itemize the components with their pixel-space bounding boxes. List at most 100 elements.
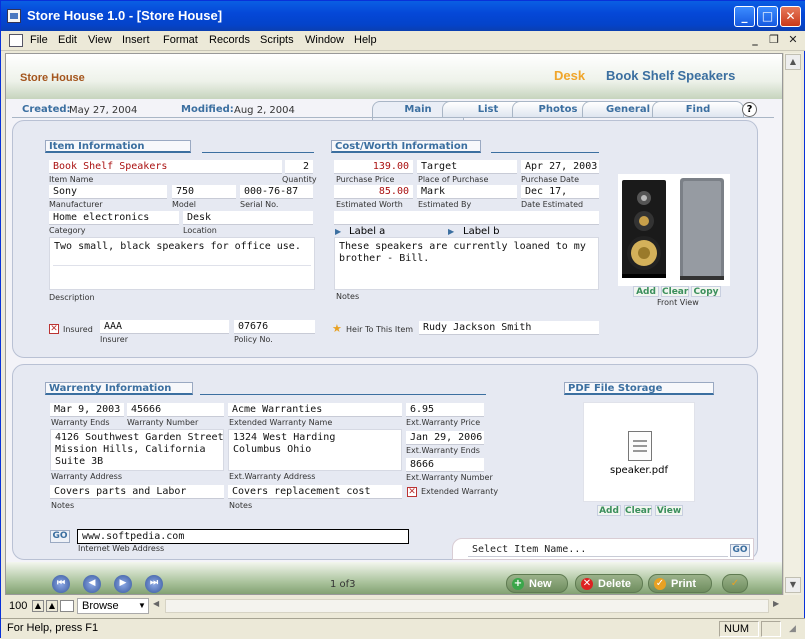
insured-checkbox[interactable]: ✕ [49, 324, 59, 334]
scroll-up-icon[interactable]: ▲ [785, 54, 801, 70]
item-photo[interactable] [618, 174, 730, 286]
warranty-ends-field[interactable]: Mar 9, 2003 [50, 403, 124, 417]
document-icon[interactable] [9, 34, 23, 47]
policy-field[interactable]: 07676 [234, 320, 315, 334]
warranty-address-field[interactable]: 4126 Southwest Garden Street Mission Hil… [50, 429, 224, 471]
select-item-field[interactable]: Select Item Name... [468, 543, 728, 557]
ext-warranty-number-label: Ext.Warranty Number [406, 473, 493, 482]
pdf-clear-button[interactable]: Clear [624, 505, 652, 516]
ext-warranty-notes-field[interactable]: Covers replacement cost [228, 485, 402, 499]
ext-warranty-ends-field[interactable]: Jan 29, 2006 [406, 431, 484, 445]
vertical-scrollbar[interactable]: ▲ ▼ [783, 53, 801, 595]
menu-format[interactable]: Format [163, 34, 198, 46]
menu-file[interactable]: File [30, 34, 48, 46]
menu-edit[interactable]: Edit [58, 34, 77, 46]
menu-help[interactable]: Help [354, 34, 377, 46]
scroll-left-icon[interactable]: ◀ [153, 599, 159, 608]
quantity-field[interactable]: 2 [285, 160, 313, 174]
estimated-by-field[interactable]: Mark [417, 185, 517, 199]
estimated-worth-field[interactable]: 85.00 [334, 185, 413, 199]
place-of-purchase-field[interactable]: Target [417, 160, 517, 174]
notes-field[interactable]: These speakers are currently loaned to m… [334, 237, 599, 290]
ext-warranty-address-field[interactable]: 1324 West Harding Columbus Ohio [228, 429, 402, 471]
purchase-date-field[interactable]: Apr 27, 2003 [521, 160, 599, 174]
prev-record-icon[interactable]: ◀ [83, 575, 101, 593]
resize-grip-icon[interactable]: ◢ [789, 624, 796, 634]
status-panel-2 [761, 621, 781, 637]
ext-warranty-name-field[interactable]: Acme Warranties [228, 403, 402, 417]
status-bar: For Help, press F1 NUM ◢ [1, 618, 805, 639]
app-icon[interactable] [7, 9, 21, 23]
minimize-button[interactable]: _ [734, 6, 755, 27]
estimated-worth-label: Estimated Worth [336, 200, 403, 209]
mdi-restore-button[interactable]: ❐ [766, 33, 782, 48]
delete-record-button[interactable]: ✕ Delete [575, 574, 643, 593]
select-item-go-button[interactable]: GO [730, 544, 750, 557]
zoom-in-icon[interactable]: ▲ [46, 600, 58, 612]
web-go-button[interactable]: GO [50, 530, 70, 543]
manufacturer-field[interactable]: Sony [49, 185, 167, 199]
last-record-icon[interactable]: ⏭ [145, 575, 163, 593]
scroll-right-icon[interactable]: ▶ [773, 599, 779, 608]
extended-warranty-checkbox[interactable]: ✕ [407, 487, 417, 497]
warranty-number-field[interactable]: 45666 [127, 403, 224, 417]
ext-warranty-price-field[interactable]: 6.95 [406, 403, 484, 417]
ext-warranty-notes-label: Notes [229, 501, 253, 510]
title-bar[interactable]: Store House 1.0 - [Store House] _ □ ✕ [1, 1, 805, 31]
mode-select[interactable]: Browse ▼ [77, 598, 149, 614]
pdf-file-box[interactable]: speaker.pdf [583, 402, 695, 502]
category-field[interactable]: Home electronics [49, 211, 179, 225]
ext-warranty-number-field[interactable]: 8666 [406, 458, 484, 472]
pdf-view-button[interactable]: View [655, 505, 683, 516]
web-address-label: Internet Web Address [78, 544, 165, 553]
menu-records[interactable]: Records [209, 34, 250, 46]
heir-field[interactable]: Rudy Jackson Smith [419, 321, 599, 335]
web-address-field[interactable]: www.softpedia.com [77, 529, 409, 544]
print-button[interactable]: ✓ Print [648, 574, 712, 593]
status-area-toggle-icon[interactable] [60, 600, 74, 612]
label-b: Label b [463, 226, 500, 237]
photo-clear-button[interactable]: Clear [661, 286, 689, 297]
model-field[interactable]: 750 [172, 185, 236, 199]
menu-insert[interactable]: Insert [122, 34, 150, 46]
pdf-add-button[interactable]: Add [597, 505, 621, 516]
location-field[interactable]: Desk [183, 211, 313, 225]
horizontal-scrollbar[interactable] [165, 599, 769, 613]
next-record-icon[interactable]: ▶ [114, 575, 132, 593]
zoom-out-icon[interactable]: ▲ [32, 600, 44, 612]
warranty-notes-field[interactable]: Covers parts and Labor [50, 485, 224, 499]
help-icon[interactable]: ? [742, 102, 757, 117]
print-label: Print [671, 578, 697, 590]
item-name-field[interactable]: Book Shelf Speakers [49, 160, 282, 174]
menu-view[interactable]: View [88, 34, 112, 46]
first-record-icon[interactable]: ⏮ [52, 575, 70, 593]
photo-copy-button[interactable]: Copy [691, 286, 721, 297]
date-estimated-field[interactable]: Dec 17, [521, 185, 599, 199]
mdi-minimize-button[interactable]: _ [747, 33, 763, 48]
label-a-arrow-icon[interactable]: ▶ [335, 227, 341, 236]
mode-dropdown-icon[interactable]: ▼ [138, 599, 146, 613]
description-field[interactable]: Two small, black speakers for office use… [49, 237, 315, 290]
label-b-arrow-icon[interactable]: ▶ [448, 227, 454, 236]
close-button[interactable]: ✕ [780, 6, 801, 27]
label-a: Label a [349, 226, 386, 237]
zoom-level[interactable]: 100 [9, 600, 27, 612]
category-label: Category [49, 226, 86, 235]
menu-window[interactable]: Window [305, 34, 344, 46]
menu-scripts[interactable]: Scripts [260, 34, 294, 46]
new-record-button[interactable]: + New [506, 574, 568, 593]
extra-field[interactable] [334, 211, 599, 225]
confirm-button[interactable]: ✓ [722, 574, 748, 593]
scroll-down-icon[interactable]: ▼ [785, 577, 801, 593]
description-rule [53, 265, 311, 266]
place-of-purchase-label: Place of Purchase [418, 175, 489, 184]
tab-find[interactable]: Find [652, 101, 744, 118]
photo-add-button[interactable]: Add [633, 286, 659, 297]
serial-field[interactable]: 000-76-87 [240, 185, 313, 199]
mdi-close-button[interactable]: ✕ [785, 33, 801, 48]
description-label: Description [49, 293, 95, 302]
purchase-price-field[interactable]: 139.00 [334, 160, 413, 174]
delete-label: Delete [598, 578, 632, 590]
insurer-field[interactable]: AAA [100, 320, 229, 334]
maximize-button[interactable]: □ [757, 6, 778, 27]
